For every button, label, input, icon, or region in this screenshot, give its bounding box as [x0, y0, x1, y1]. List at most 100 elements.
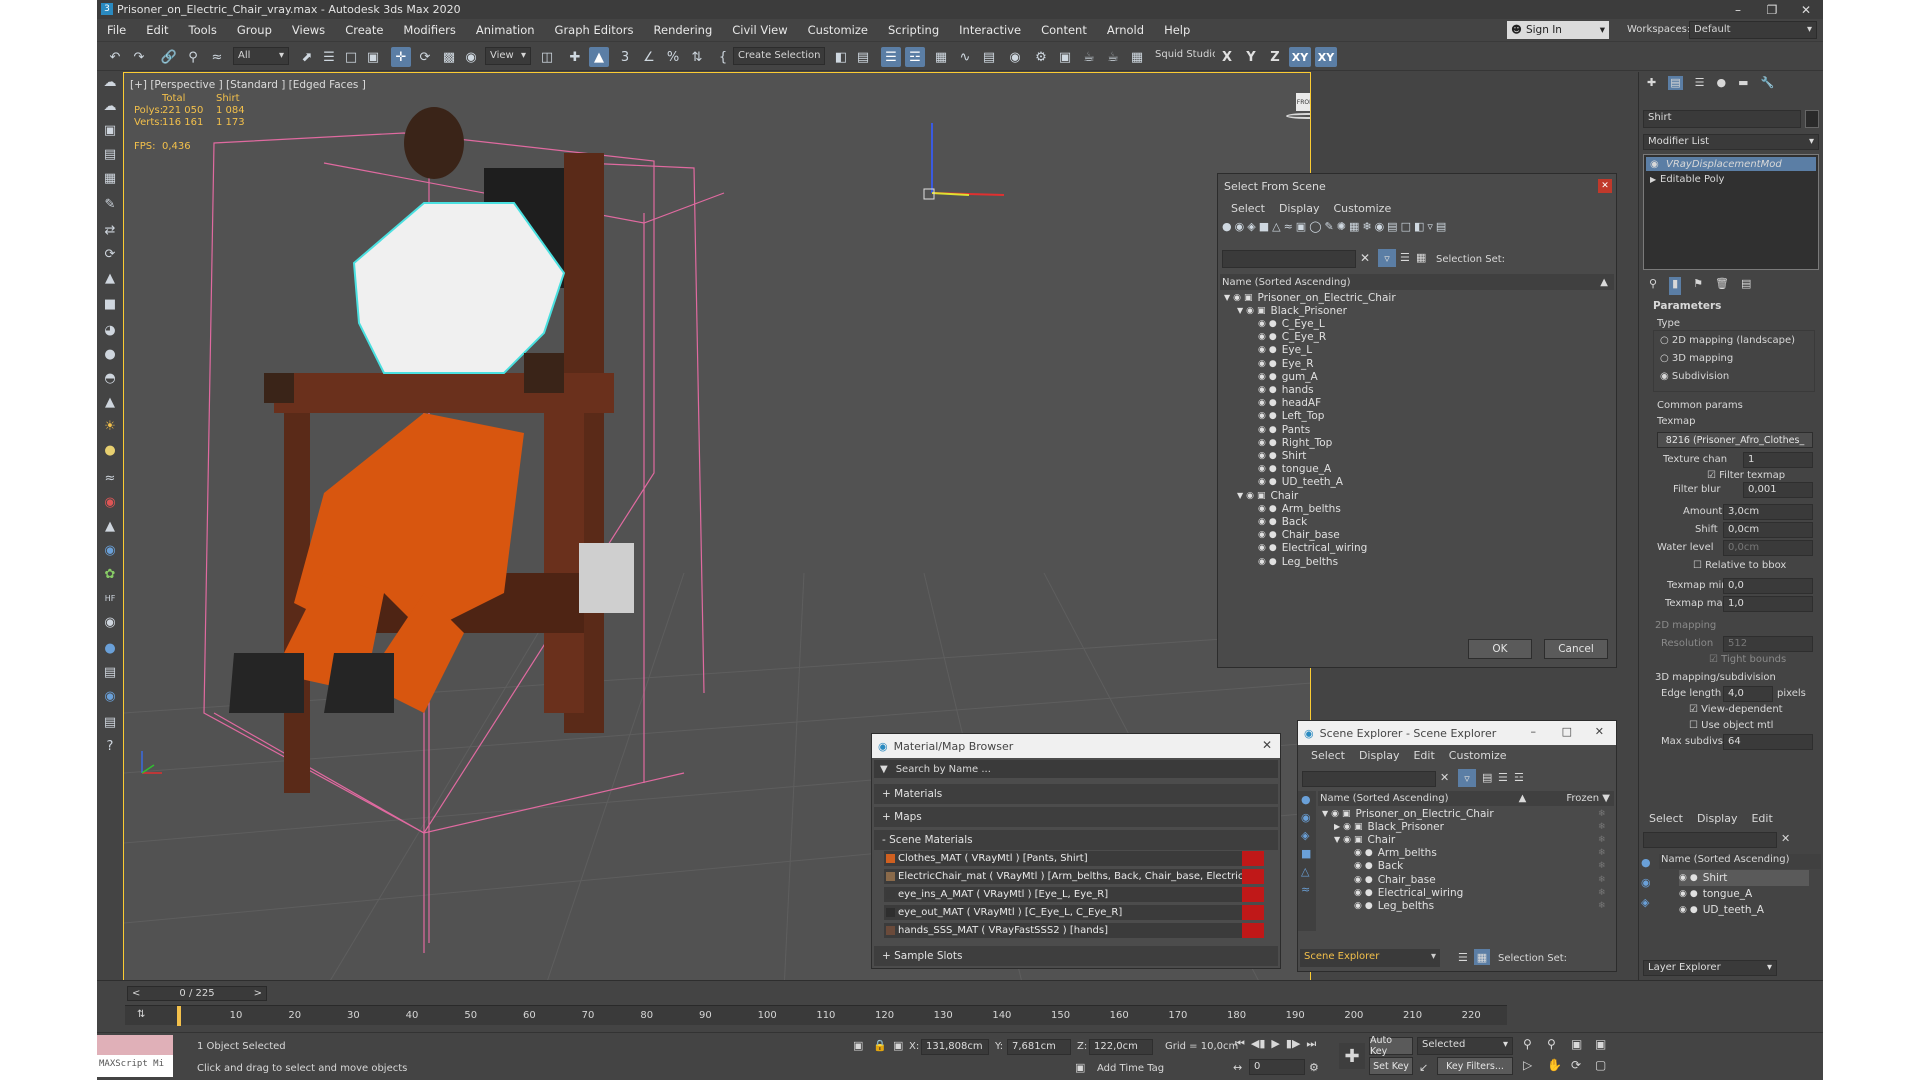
set-key-big-icon[interactable]: ✚: [1339, 1043, 1365, 1069]
radio-subdivision[interactable]: ◉ Subdivision: [1660, 371, 1729, 382]
eye-icon[interactable]: ◉: [1258, 359, 1266, 369]
tree-row[interactable]: ◉ ● Left_Top: [1250, 410, 1324, 423]
maximize-viewport-icon[interactable]: ▢: [1595, 1058, 1617, 1077]
frozen-icon[interactable]: ❄: [1598, 809, 1606, 819]
material-row[interactable]: Clothes_MAT ( VRayMtl ) [Pants, Shirt]: [884, 851, 1264, 866]
eye-icon[interactable]: ◉: [1343, 835, 1351, 845]
sphere-blue-icon[interactable]: ●: [100, 638, 120, 658]
eye-icon[interactable]: ◉: [1258, 425, 1266, 435]
tree-row[interactable]: ◉ ● Back: [1250, 515, 1307, 528]
render-setup-icon[interactable]: ⚙: [1031, 47, 1051, 67]
se-side-shapes-icon[interactable]: ◉: [1301, 811, 1311, 824]
material-row[interactable]: eye_out_MAT ( VRayMtl ) [C_Eye_L, C_Eye_…: [884, 905, 1264, 920]
menu-modifiers[interactable]: Modifiers: [393, 23, 466, 37]
tree-row[interactable]: ◉ ● Leg_belths ❄: [1346, 899, 1606, 912]
eye-icon[interactable]: ◉: [1650, 159, 1659, 170]
close-button[interactable]: ✕: [1789, 0, 1823, 19]
scene-materials-section[interactable]: - Scene Materials: [874, 830, 1278, 850]
zoom-icon[interactable]: ⚲: [1523, 1037, 1545, 1056]
filter-bones-icon[interactable]: ✎: [1325, 220, 1334, 240]
sfs-menu-select[interactable]: Select: [1224, 202, 1272, 215]
stack-item-editable-poly[interactable]: ▶ Editable Poly: [1646, 172, 1816, 186]
zoom-extents-icon[interactable]: ▣: [1571, 1037, 1593, 1056]
amount-spinner[interactable]: 3,0cm: [1723, 504, 1813, 520]
se-side-cameras-icon[interactable]: ■: [1301, 847, 1311, 860]
eye-icon[interactable]: ◉: [1258, 438, 1266, 448]
tree-row[interactable]: ◉ ● hands: [1250, 383, 1314, 396]
material-row[interactable]: eye_ins_A_MAT ( VRayMtl ) [Eye_L, Eye_R]: [884, 887, 1264, 902]
schematic-view-icon[interactable]: ▤: [979, 47, 999, 67]
filter-helpers-icon[interactable]: △: [1272, 220, 1280, 240]
eye-icon[interactable]: ◉: [1354, 848, 1362, 858]
expand-toggle-icon[interactable]: ▼: [1322, 809, 1328, 818]
tree-row[interactable]: ▼ ◉ ▣ Prisoner_on_Electric_Chair ❄: [1322, 807, 1606, 820]
time-tag-icon[interactable]: ▣: [1075, 1061, 1085, 1074]
axis-constraint-y[interactable]: Y: [1241, 47, 1261, 67]
eye-icon[interactable]: ◉: [1246, 306, 1254, 316]
cancel-button[interactable]: Cancel: [1544, 639, 1608, 659]
render-iterative-icon[interactable]: ☕: [1103, 47, 1123, 67]
viewcube[interactable]: FRONT: [1286, 89, 1310, 119]
se-lock-icon[interactable]: ▤: [1482, 771, 1492, 784]
expand-toggle-icon[interactable]: ▼: [1224, 293, 1230, 302]
cloud-outline-icon[interactable]: ☁: [100, 96, 120, 116]
filter-xrefs-icon[interactable]: ◯: [1309, 220, 1321, 240]
se-side-lights-icon[interactable]: ◈: [1301, 829, 1309, 842]
materials-section[interactable]: + Materials: [874, 784, 1278, 804]
rendered-frame-window-icon[interactable]: ▣: [1055, 47, 1075, 67]
eye-icon[interactable]: ◉: [1258, 411, 1266, 421]
display-tab-icon[interactable]: ▬: [1738, 76, 1748, 90]
tree-row[interactable]: ◉ ● Chair_base ❄: [1346, 873, 1606, 886]
key-mode-icon[interactable]: ↔: [1233, 1061, 1242, 1074]
parameters-rollout[interactable]: Parameters: [1643, 300, 1819, 316]
selection-filter-select[interactable]: All ▾: [233, 47, 289, 65]
maxscript-listener-red[interactable]: [97, 1035, 173, 1055]
menu-customize[interactable]: Customize: [798, 23, 878, 37]
squid-studio-menu[interactable]: Squid Studio v: [1151, 47, 1215, 65]
le-menu-select[interactable]: Select: [1649, 812, 1683, 825]
sun-icon[interactable]: ☀: [100, 416, 120, 436]
clear-search-icon[interactable]: ✕: [1360, 251, 1370, 265]
redo-icon[interactable]: ↷: [129, 47, 149, 67]
se-filter-icon[interactable]: ▿: [1458, 769, 1476, 787]
le-clear-search-icon[interactable]: ✕: [1781, 832, 1790, 845]
image-icon[interactable]: ▣: [100, 120, 120, 140]
texture-chan-spinner[interactable]: 1: [1743, 452, 1813, 468]
se-menu-customize[interactable]: Customize: [1442, 749, 1514, 762]
shift-spinner[interactable]: 0,0cm: [1723, 522, 1813, 538]
box-icon[interactable]: ■: [100, 294, 120, 314]
modifier-list-select[interactable]: Modifier List ▾: [1643, 134, 1819, 150]
resolution-spinner[interactable]: 512: [1723, 636, 1813, 652]
eye-icon[interactable]: ◉: [1258, 464, 1266, 474]
water-level-spinner[interactable]: 0,0cm: [1723, 540, 1813, 556]
select-manipulate-icon[interactable]: ✚: [565, 47, 585, 67]
axis-constraint-z[interactable]: Z: [1265, 47, 1285, 67]
radio-3d-mapping[interactable]: ○ 3D mapping: [1660, 353, 1733, 364]
sphere-icon[interactable]: ●: [100, 344, 120, 364]
eye-icon[interactable]: ◉: [1354, 901, 1362, 911]
minimize-button[interactable]: –: [1721, 0, 1755, 19]
previous-frame-icon[interactable]: ◀▮: [1251, 1037, 1266, 1055]
menu-create[interactable]: Create: [335, 23, 393, 37]
menu-file[interactable]: File: [97, 23, 136, 37]
le-hierarchy-icon[interactable]: ◈: [1641, 896, 1649, 909]
named-selection-select[interactable]: Create Selection Se: [733, 47, 825, 65]
axis-constraint-xy[interactable]: XY: [1289, 47, 1311, 67]
menu-group[interactable]: Group: [227, 23, 282, 37]
hf-icon[interactable]: HF: [100, 588, 120, 608]
view-dependent-checkbox[interactable]: ☑ View-dependent: [1689, 704, 1783, 715]
unlink-icon[interactable]: ⚲: [183, 47, 203, 67]
isolate-selection-icon[interactable]: ▣: [853, 1039, 863, 1052]
se-clear-search-icon[interactable]: ✕: [1440, 771, 1449, 784]
time-slider-prev-icon[interactable]: <: [132, 988, 140, 999]
tree-row[interactable]: ◉ ● tongue_A: [1250, 463, 1331, 476]
radio-2d-mapping[interactable]: ○ 2D mapping (landscape): [1660, 335, 1795, 346]
light-icon[interactable]: ●: [100, 440, 120, 460]
sfs-menu-customize[interactable]: Customize: [1326, 202, 1398, 215]
show-end-result-icon[interactable]: ▮: [1669, 277, 1682, 295]
tree-row[interactable]: ◉ ● C_Eye_L: [1250, 317, 1325, 330]
time-slider[interactable]: < 0 / 225 >: [127, 986, 267, 1001]
scene-explorer-minimize-icon[interactable]: –: [1531, 725, 1537, 738]
se-search-input[interactable]: [1302, 771, 1436, 787]
key-set-select[interactable]: Selected ▾: [1417, 1037, 1513, 1055]
